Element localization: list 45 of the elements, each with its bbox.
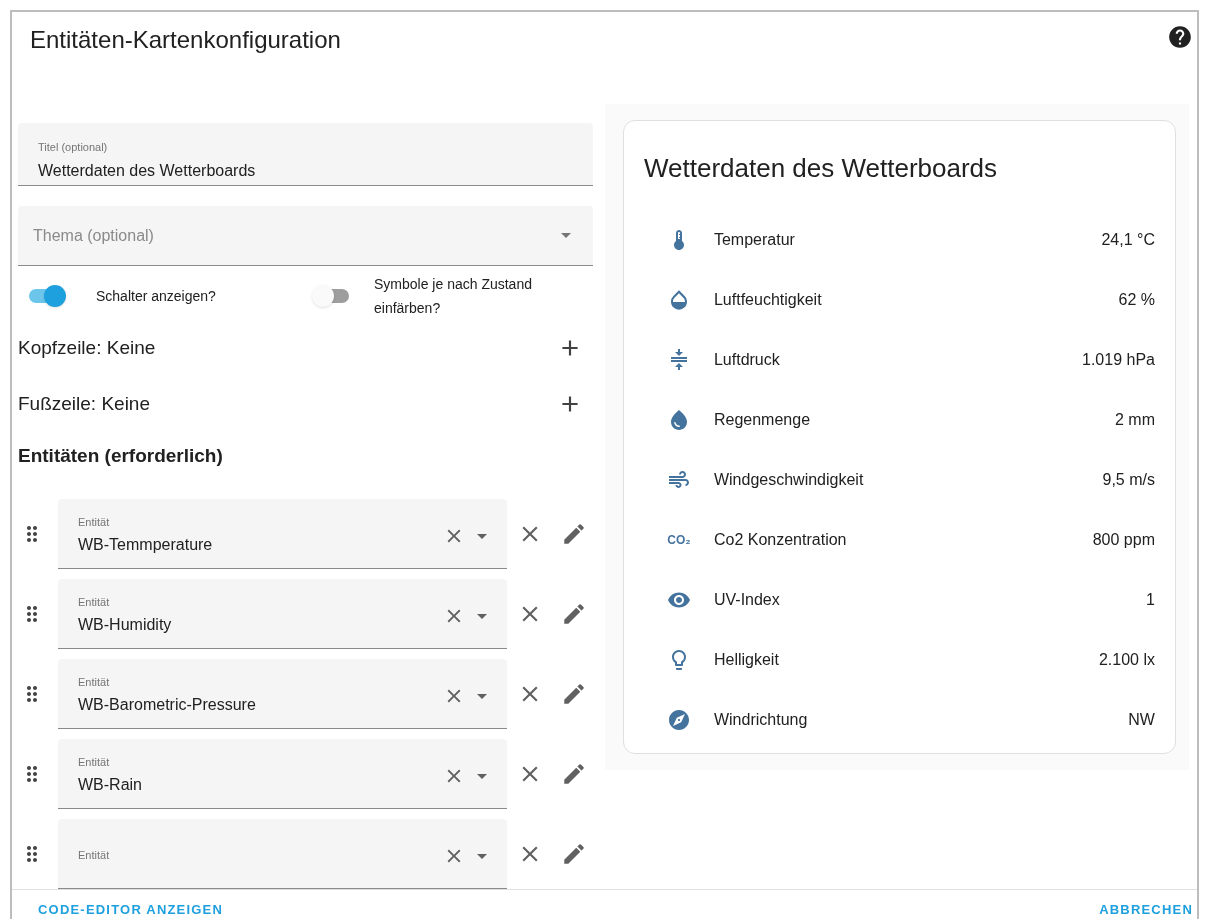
entity-state: 24,1 °C: [1101, 230, 1155, 250]
dropdown-caret-icon[interactable]: [477, 694, 487, 699]
entity-state: 2.100 lx: [1098, 650, 1155, 670]
entity-state: 62 %: [1118, 290, 1155, 310]
toggle-label: Symbole je nach Zustand einfärben?: [374, 275, 533, 319]
entities-heading: Entitäten (erforderlich): [18, 444, 224, 469]
help-icon[interactable]: [1167, 24, 1193, 50]
entity-name: Luftfeuchtigkeit: [713, 290, 823, 310]
entity-name: Windgeschwindigkeit: [713, 470, 865, 490]
entity-name: Regenmenge: [713, 410, 812, 430]
entity-state: NW: [1128, 710, 1155, 730]
edit-icon[interactable]: [561, 841, 587, 867]
entity-select-field[interactable]: Entität WB-Humidity: [58, 579, 507, 649]
entity-state: 2 mm: [1114, 410, 1155, 430]
entity-name: Luftdruck: [713, 350, 781, 370]
edit-icon[interactable]: [561, 601, 587, 627]
dropdown-caret-icon: [560, 233, 571, 238]
entity-select-field[interactable]: Entität WB-Rain: [58, 739, 507, 809]
toggle-label: Schalter anzeigen?: [96, 287, 217, 307]
edit-icon[interactable]: [561, 761, 587, 787]
title-input-field[interactable]: Titel (optional) Wetterdaten des Wetterboards: [18, 123, 593, 186]
entity-state: 9,5 m/s: [1102, 470, 1155, 490]
entity-select-field[interactable]: Entität: [58, 819, 507, 889]
entity-select-field[interactable]: Entität WB-Barometric-Pressure: [58, 659, 507, 729]
section-label: Fußzeile: Keine: [18, 392, 150, 417]
entity-state: 800 ppm: [1092, 530, 1155, 550]
dropdown-caret-icon[interactable]: [477, 774, 487, 779]
dropdown-caret-icon[interactable]: [477, 614, 487, 619]
entity-state: 1.019 hPa: [1082, 350, 1155, 370]
entity-name: Co2 Konzentration: [713, 530, 848, 550]
entity-name: UV-Index: [713, 590, 781, 610]
card-title: Wetterdaten des Wetterboards: [643, 152, 999, 185]
entity-select-field[interactable]: Entität WB-Temmperature: [58, 499, 507, 569]
entity-name: Temperatur: [713, 230, 796, 250]
section-label: Kopfzeile: Keine: [18, 336, 156, 361]
dropdown-caret-icon[interactable]: [477, 534, 487, 539]
entity-name: Windrichtung: [713, 710, 809, 730]
dialog-title: Entitäten-Kartenkonfiguration: [30, 25, 341, 55]
entity-name: Helligkeit: [713, 650, 780, 670]
edit-icon[interactable]: [561, 681, 587, 707]
co2-icon: CO₂: [667, 534, 691, 546]
dropdown-caret-icon[interactable]: [477, 854, 487, 859]
compass-icon: [666, 708, 691, 732]
edit-icon[interactable]: [561, 521, 587, 547]
entity-state: 1: [1146, 590, 1155, 610]
